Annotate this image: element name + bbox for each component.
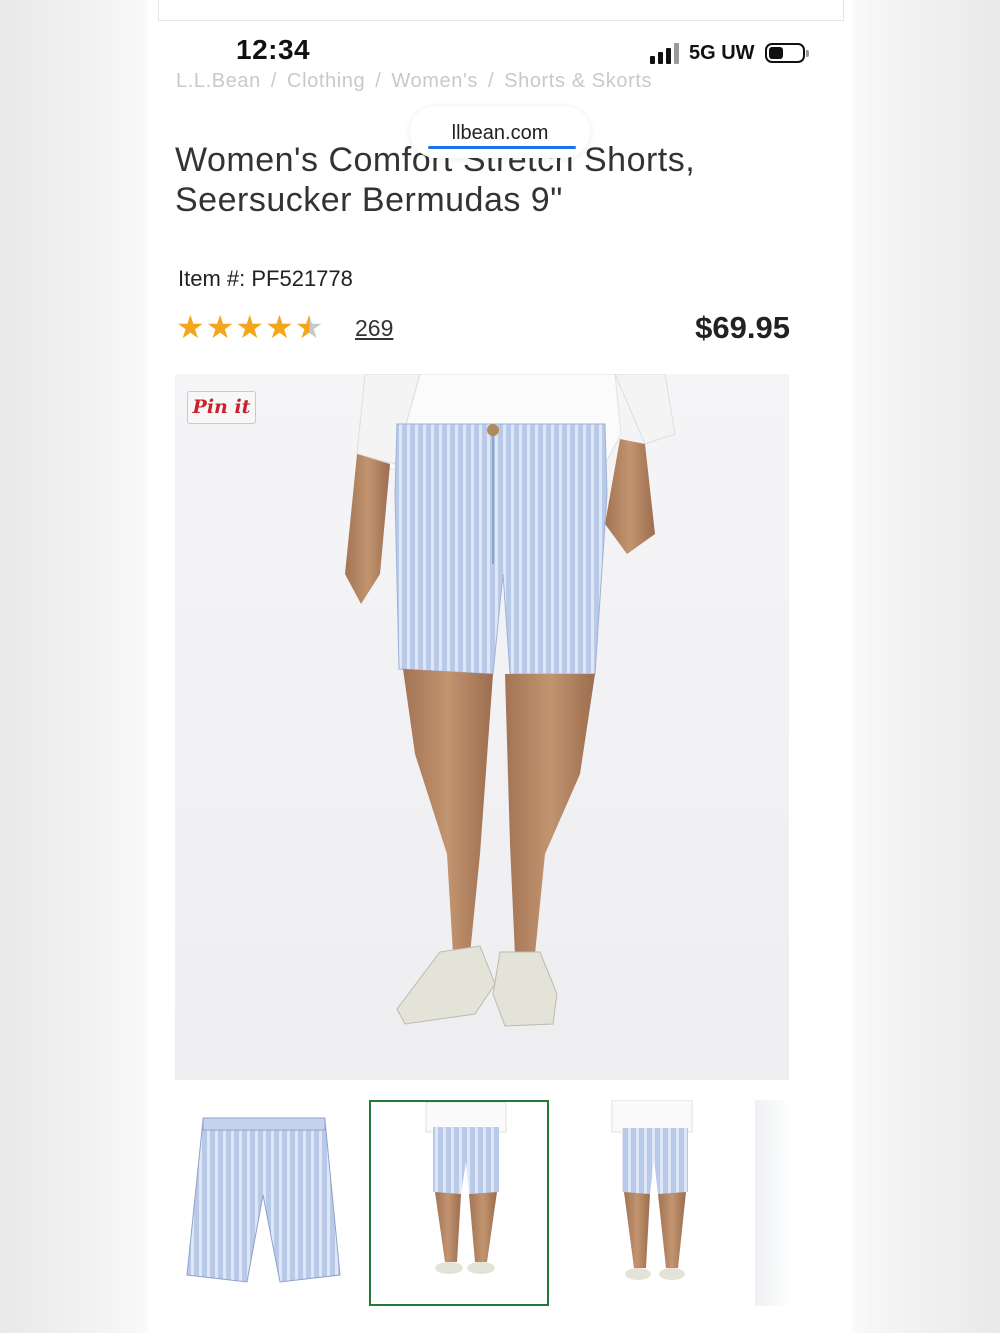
status-time: 12:34 bbox=[236, 34, 311, 65]
breadcrumb-separator: / bbox=[487, 70, 495, 92]
network-label: 5G UW bbox=[689, 41, 755, 64]
pin-it-button[interactable]: Pin it bbox=[187, 391, 256, 424]
address-bar[interactable]: llbean.com bbox=[410, 106, 590, 158]
product-title-line2: Seersucker Bermudas 9" bbox=[175, 181, 563, 219]
thumbnail-back-on-model[interactable] bbox=[564, 1100, 740, 1306]
breadcrumb-separator: / bbox=[375, 70, 382, 92]
shorts-flat-thumbnail bbox=[186, 1117, 341, 1283]
model-back-thumbnail bbox=[611, 1100, 693, 1280]
url-domain: llbean.com bbox=[451, 122, 549, 144]
breadcrumb-separator: / bbox=[270, 70, 278, 92]
half-star-icon: ★ bbox=[294, 308, 325, 346]
product-price: $69.95 bbox=[695, 310, 790, 345]
signal-icon bbox=[650, 42, 679, 64]
thumbnail-strip bbox=[175, 1100, 815, 1310]
review-count-link[interactable]: 269 bbox=[355, 315, 393, 342]
breadcrumb-item-home[interactable]: L.L.Bean bbox=[176, 70, 261, 92]
model-front-thumbnail bbox=[425, 1102, 507, 1274]
battery-icon bbox=[764, 43, 809, 63]
product-main-image[interactable]: Pin it bbox=[175, 374, 789, 1080]
status-indicators: 5G UW bbox=[650, 40, 809, 66]
breadcrumb-item-clothing[interactable]: Clothing bbox=[287, 70, 365, 92]
full-stars-icon: ★★★★ bbox=[176, 308, 295, 346]
left-backdrop bbox=[0, 0, 148, 1333]
thumbnail-front-on-model[interactable] bbox=[369, 1100, 549, 1306]
rating-stars[interactable]: ★★★★★ bbox=[176, 308, 324, 346]
item-number: Item #: PF521778 bbox=[178, 266, 353, 291]
previous-element-frame bbox=[158, 0, 844, 21]
thumbnail-fabric-detail[interactable] bbox=[755, 1100, 791, 1306]
model-illustration bbox=[345, 374, 676, 1027]
right-backdrop bbox=[852, 0, 1000, 1333]
breadcrumb: L.L.Bean / Clothing / Women's / Shorts & Skort… bbox=[176, 70, 652, 93]
phone-screen: 12:34 5G UW L.L.Bean / Clothing / Women's / Sh… bbox=[148, 0, 852, 1333]
thumbnail-flat-front[interactable] bbox=[175, 1100, 350, 1306]
breadcrumb-item-womens[interactable]: Women's bbox=[391, 70, 478, 92]
breadcrumb-item-shorts-skorts[interactable]: Shorts & Skorts bbox=[504, 70, 652, 92]
page-load-progress bbox=[428, 146, 576, 149]
